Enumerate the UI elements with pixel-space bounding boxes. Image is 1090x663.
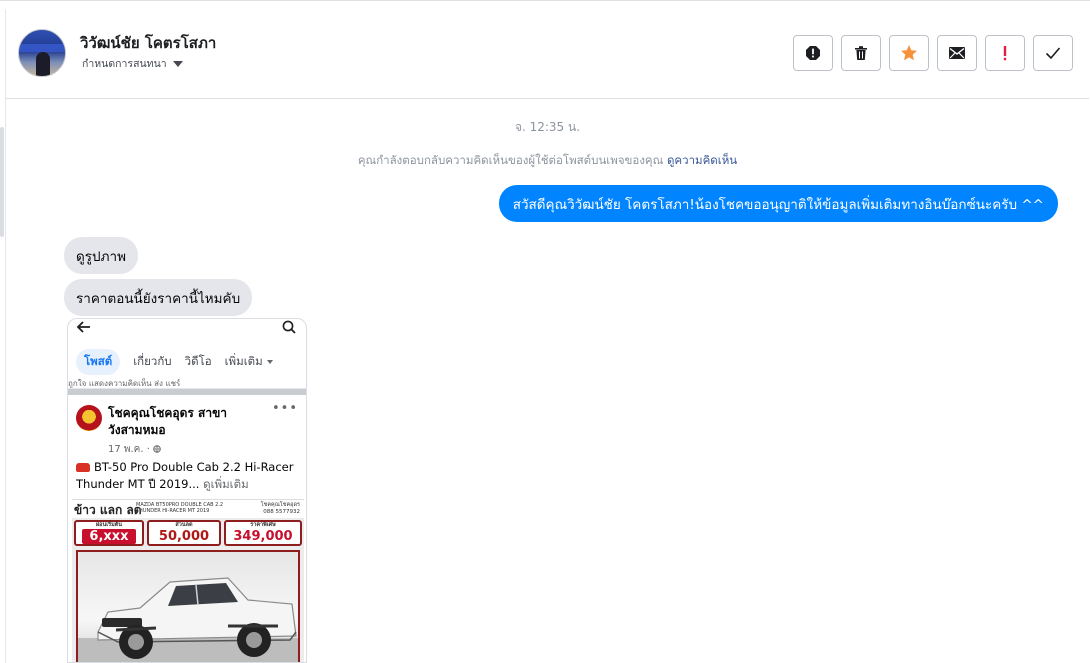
toolbar (793, 35, 1073, 71)
ad-discount-caption: ส่วนลด (175, 522, 193, 528)
feed-separator (68, 389, 306, 395)
delete-button[interactable] (841, 35, 881, 71)
see-more: ดูเพิ่มเติม (203, 477, 249, 491)
caret-down-icon (172, 60, 183, 67)
incoming-message[interactable]: ดูรูปภาพ (64, 237, 138, 274)
ad-dealer-phone: 088 5577932 (263, 509, 300, 515)
ad-dealer: โชคคุณโชคอุดร 088 5577932 (250, 502, 300, 516)
tab-posts: โพสต์ (76, 349, 121, 375)
message-thread[interactable]: จ. 12:35 น. คุณกำลังตอบกลับความคิดเห็นขอ… (6, 99, 1089, 663)
tab-more: เพิ่มเติม (224, 354, 263, 368)
conversation-action-label: กำหนดการสนทนา (82, 58, 167, 70)
tab-videos: วิดีโอ (184, 354, 212, 368)
contact-name[interactable]: วิวัฒน์ชัย โคตรโสภา (80, 31, 216, 55)
mark-unread-button[interactable] (937, 35, 977, 71)
back-arrow-icon (76, 321, 90, 333)
ad-installment-box: ผ่อนเริ่มต้น 6,xxx (74, 520, 144, 546)
avatar-person (36, 52, 50, 76)
mail-icon (949, 47, 965, 59)
spam-button[interactable] (985, 35, 1025, 71)
post-date-text: 17 พ.ค. · (108, 444, 154, 455)
screenshot-top-bar (76, 320, 296, 334)
ad-price-box: ราคาพิเศษ 349,000 (224, 520, 302, 546)
post-date: 17 พ.ค. · (108, 442, 161, 457)
done-button[interactable] (1033, 35, 1073, 71)
more-options-icon: ••• (271, 401, 298, 416)
incoming-message[interactable]: ราคาตอนนี้ยังราคานี้ไหมคับ (64, 279, 253, 316)
page-tabs: โพสต์ เกี่ยวกับ วิดีโอ เพิ่มเติม (68, 347, 306, 377)
ad-car-photo (76, 550, 300, 662)
reaction-strip: ถูกใจ แสดงความคิดเห็น ส่ง แชร์ (68, 377, 306, 389)
page-logo (76, 405, 102, 431)
ad-discount-value: 50,000 (158, 529, 210, 544)
ad-price-caption: ราคาพิเศษ (250, 522, 276, 528)
shared-image[interactable]: โพสต์ เกี่ยวกับ วิดีโอ เพิ่มเติม ถูกใจ แ… (67, 318, 307, 663)
scrollbar-thumb[interactable] (0, 127, 4, 237)
ad-header: ข้าว แลก ลด MAZDA BT50PRO DOUBLE CAB 2.2… (72, 500, 304, 518)
search-icon (282, 320, 296, 334)
conversation-action-dropdown[interactable]: กำหนดการสนทนา (82, 55, 183, 72)
exclamation-icon (1003, 46, 1007, 61)
globe-icon (153, 445, 161, 453)
view-comment-link[interactable]: ดูความคิดเห็น (667, 153, 737, 167)
ad-headline: ข้าว แลก ลด (74, 503, 142, 517)
message-timestamp: จ. 12:35 น. (514, 120, 581, 134)
system-note-text: คุณกำลังตอบกลับความคิดเห็นของผู้ใช้ต่อโพ… (357, 153, 664, 167)
star-button[interactable] (889, 35, 929, 71)
pickup-truck-illustration (78, 577, 298, 662)
ad-installment-caption: ผ่อนเริ่มต้น (95, 522, 123, 528)
ad-installment-value: 6,xxx (82, 529, 136, 544)
ad-model-text: MAZDA BT50PRO DOUBLE CAB 2.2 THUNDER HI-… (136, 502, 224, 514)
ad-discount-box: ส่วนลด 50,000 (147, 520, 221, 546)
ad-price-value: 349,000 (233, 529, 293, 544)
star-icon (901, 45, 917, 61)
system-note: คุณกำลังตอบกลับความคิดเห็นของผู้ใช้ต่อโพ… (6, 152, 1089, 170)
post-text: BT-50 Pro Double Cab 2.2 Hi-Racer Thunde… (76, 459, 302, 493)
messenger-conversation: วิวัฒน์ชัย โคตรโสภา กำหนดการสนทนา จ. 12:… (0, 0, 1090, 663)
outgoing-message[interactable]: สวัสดีคุณวิวัฒน์ชัย โคตรโสภา!น้องโชคขออน… (498, 185, 1058, 222)
ad-image: ข้าว แลก ลด MAZDA BT50PRO DOUBLE CAB 2.2… (72, 499, 304, 662)
ad-dealer-name: โชคคุณโชคอุดร (260, 502, 300, 508)
car-icon (76, 463, 90, 472)
check-icon (1045, 47, 1061, 60)
conversation-header: วิวัฒน์ชัย โคตรโสภา กำหนดการสนทนา (6, 9, 1089, 99)
avatar-band (19, 44, 65, 52)
trash-icon (855, 46, 867, 60)
report-icon (806, 46, 820, 60)
page-name: โชคคุณโชคอุดร สาขา วังสามหมอ (108, 406, 228, 437)
tab-about: เกี่ยวกับ (133, 354, 172, 368)
post-text-body: BT-50 Pro Double Cab 2.2 Hi-Racer Thunde… (76, 460, 294, 491)
report-button[interactable] (793, 35, 833, 71)
caret-down-icon (266, 360, 273, 364)
avatar[interactable] (18, 29, 66, 77)
